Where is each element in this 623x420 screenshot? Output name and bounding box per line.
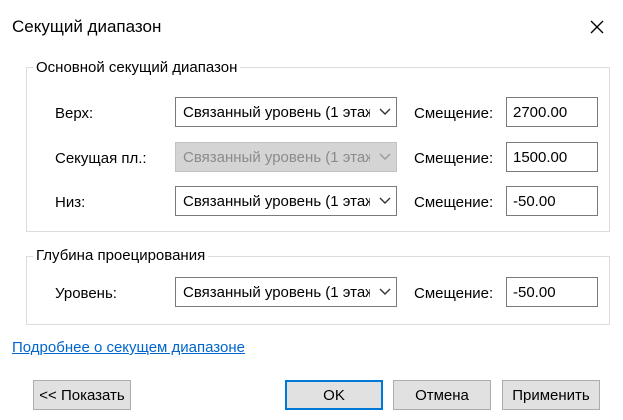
cut-plane-label: Секущая пл.: [55,150,147,167]
depth-offset-value: -50.00 [513,284,556,301]
cut-plane-offset-label: Смещение: [414,150,494,167]
cut-plane-level-value: Связанный уровень (1 этаж) [183,149,370,166]
bottom-label: Низ: [55,194,86,211]
cancel-button[interactable]: Отмена [393,380,491,410]
top-offset-label: Смещение: [414,105,494,122]
chevron-down-icon [379,288,391,295]
dialog-title: Секущий диапазон [12,17,162,36]
chevron-down-icon [379,108,391,115]
cut-plane-offset-input[interactable]: 1500.00 [506,142,598,172]
depth-level-value: Связанный уровень (1 этаж) [183,284,370,301]
top-label: Верх: [55,105,94,122]
cut-plane-level-combo: Связанный уровень (1 этаж) [175,142,397,172]
close-icon [590,20,604,34]
chevron-down-icon [379,153,391,160]
title-bar: Секущий диапазон [0,0,623,56]
bottom-offset-input[interactable]: -50.00 [506,186,598,216]
top-level-combo[interactable]: Связанный уровень (1 этаж) [175,97,397,127]
show-button[interactable]: << Показать [33,380,131,410]
apply-button[interactable]: Применить [502,380,600,410]
ok-button[interactable]: OK [285,380,383,410]
bottom-level-combo[interactable]: Связанный уровень (1 этаж) [175,186,397,216]
depth-level-combo[interactable]: Связанный уровень (1 этаж) [175,277,397,307]
bottom-offset-label: Смещение: [414,194,494,211]
primary-range-title: Основной секущий диапазон [33,59,241,76]
depth-offset-label: Смещение: [414,285,494,302]
help-link[interactable]: Подробнее о секущем диапазоне [12,339,245,356]
cut-plane-offset-value: 1500.00 [513,149,568,166]
top-offset-input[interactable]: 2700.00 [506,97,598,127]
cut-range-dialog: Секущий диапазон Основной секущий диапаз… [0,0,623,420]
bottom-level-value: Связанный уровень (1 этаж) [183,193,370,210]
view-depth-title: Глубина проецирования [33,247,209,264]
chevron-down-icon [379,197,391,204]
bottom-offset-value: -50.00 [513,193,556,210]
close-button[interactable] [584,14,610,40]
top-level-value: Связанный уровень (1 этаж) [183,104,370,121]
top-offset-value: 2700.00 [513,104,568,121]
depth-offset-input[interactable]: -50.00 [506,277,598,307]
depth-level-label: Уровень: [55,285,117,302]
